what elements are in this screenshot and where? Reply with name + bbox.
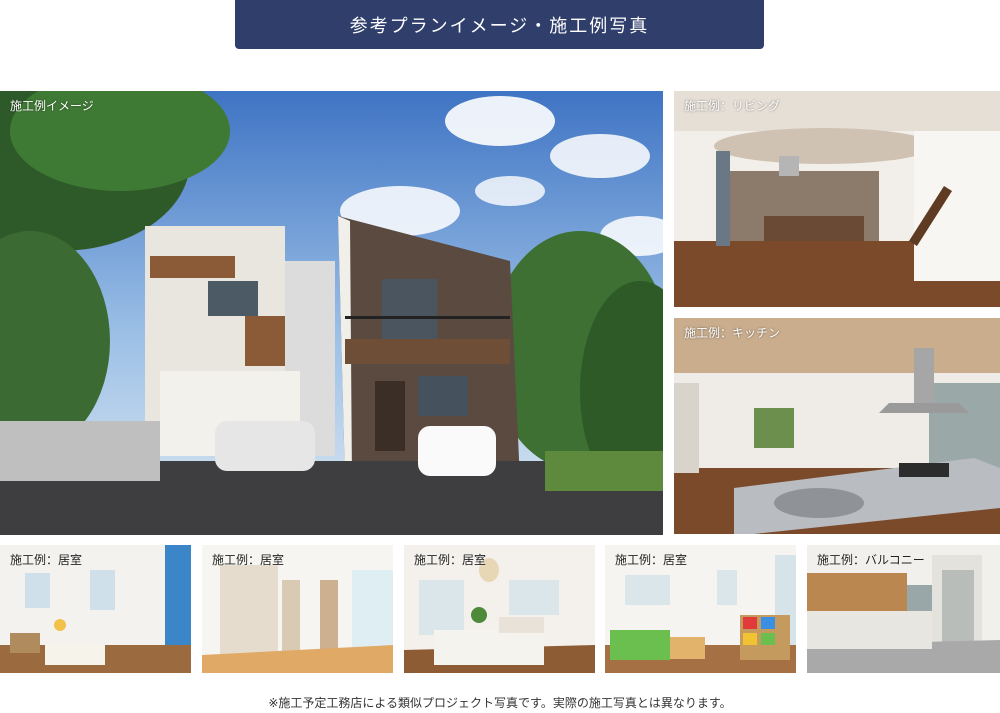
room1-photo[interactable]: 施工例：居室 xyxy=(0,545,191,673)
room2-caption: 施工例：居室 xyxy=(212,553,285,567)
section-header: 参考プランイメージ・施工例写真 xyxy=(235,0,764,49)
living-illustration xyxy=(674,91,1000,307)
kitchen-illustration xyxy=(674,318,1000,534)
living-photo[interactable]: 施工例：リビング xyxy=(674,91,1000,307)
room2-photo[interactable]: 施工例：居室 xyxy=(202,545,393,673)
kitchen-photo[interactable]: 施工例：キッチン xyxy=(674,318,1000,534)
disclaimer-note: ※施工予定工務店による類似プロジェクト写真です。実際の施工写真とは異なります。 xyxy=(268,696,732,710)
exterior-illustration xyxy=(0,91,663,535)
room1-caption: 施工例：居室 xyxy=(10,553,83,567)
room3-photo[interactable]: 施工例：居室 xyxy=(404,545,595,673)
exterior-photo[interactable]: 施工例イメージ xyxy=(0,91,663,535)
living-caption: 施工例：リビング xyxy=(684,99,781,113)
section-title: 参考プランイメージ・施工例写真 xyxy=(349,15,650,37)
room4-caption: 施工例：居室 xyxy=(615,553,688,567)
room4-photo[interactable]: 施工例：居室 xyxy=(605,545,796,673)
kitchen-caption: 施工例：キッチン xyxy=(684,326,781,340)
balcony-photo[interactable]: 施工例：バルコニー xyxy=(807,545,1000,673)
balcony-caption: 施工例：バルコニー xyxy=(817,553,925,567)
room3-caption: 施工例：居室 xyxy=(414,553,487,567)
exterior-caption: 施工例イメージ xyxy=(10,99,94,113)
